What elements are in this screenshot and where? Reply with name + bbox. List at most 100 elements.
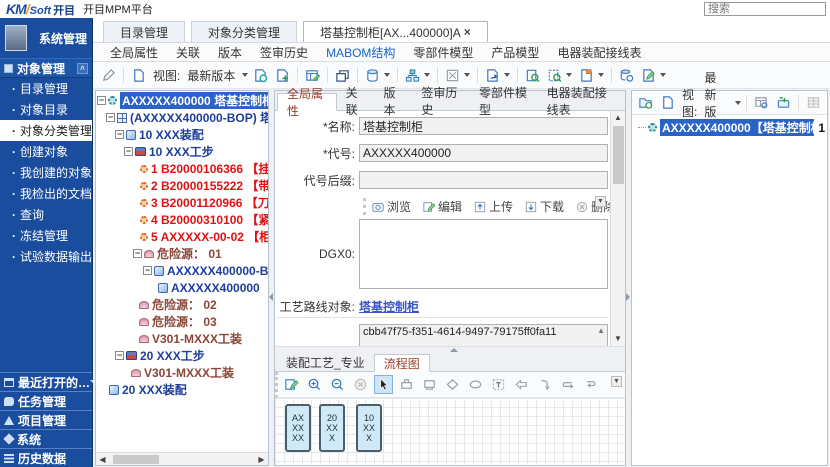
search-template-button[interactable]: [545, 66, 574, 85]
scrollbar-thumb[interactable]: [113, 455, 159, 464]
sidebar-item-query[interactable]: 查询: [0, 204, 92, 225]
collapse-right-icon[interactable]: [626, 293, 630, 301]
view-value[interactable]: 最新版本: [187, 67, 235, 84]
select-cursor-button[interactable]: [374, 375, 393, 394]
upload-button[interactable]: 上传: [474, 198, 513, 215]
refresh-folder-button[interactable]: [636, 93, 655, 112]
view-dropdown-caret[interactable]: [735, 101, 741, 105]
detail-tab-relations[interactable]: 关联: [337, 92, 375, 110]
shape-process-button[interactable]: [397, 375, 416, 394]
table-search-button[interactable]: [752, 93, 771, 112]
zoom-out-button[interactable]: [328, 375, 347, 394]
edit-button[interactable]: 编辑: [423, 198, 462, 215]
tree-node-bop[interactable]: (AXXXXX400000-BOP) 塔基控制柜: [96, 109, 268, 126]
scroll-right-icon[interactable]: ▶: [255, 453, 268, 466]
tree-node-step-10[interactable]: 10 XXX工步: [96, 143, 268, 160]
doc-add-button[interactable]: [273, 66, 292, 85]
process-card-button[interactable]: [303, 66, 322, 85]
shape-arrow-left-button[interactable]: [512, 375, 531, 394]
tree-node-tooling-1[interactable]: V301-MXXX工装: [96, 330, 268, 347]
cascade-windows-button[interactable]: [333, 66, 352, 85]
shape-subprocess-button[interactable]: [420, 375, 439, 394]
splitter-right[interactable]: [626, 89, 631, 467]
sidebar-group-task-management[interactable]: 任务管理: [0, 391, 92, 410]
dgx-textarea[interactable]: [359, 219, 608, 289]
attachment-scroll-button[interactable]: ▼: [595, 196, 606, 207]
flowchart-canvas[interactable]: AXXXXX 20XXX 10XXX: [275, 398, 625, 465]
code-field[interactable]: [359, 144, 608, 162]
tab-assembly-process[interactable]: 装配工艺_专业: [277, 353, 374, 371]
tab-electrical-wiring-table[interactable]: 电器装配接线表: [548, 44, 650, 61]
zoom-in-button[interactable]: [305, 375, 324, 394]
splitter-left[interactable]: [269, 89, 274, 467]
flow-node-20[interactable]: 20XXX: [319, 404, 345, 452]
flow-edit-button[interactable]: [282, 375, 301, 394]
tree-node-part-1[interactable]: 1 B20000106366 【挂: [96, 160, 268, 177]
edit-pencil-button[interactable]: [99, 66, 118, 85]
tab-mabom-structure[interactable]: MABOM结构: [317, 44, 404, 61]
doc-refresh-button[interactable]: [251, 66, 270, 85]
import-button[interactable]: [774, 93, 793, 112]
expander-icon[interactable]: [115, 130, 124, 139]
splitter-horizontal[interactable]: [275, 346, 625, 353]
sidebar-group-project-management[interactable]: 项目管理: [0, 410, 92, 429]
new-document-button[interactable]: [658, 93, 677, 112]
sidebar-item-test-data-output[interactable]: 试验数据输出…: [0, 246, 92, 267]
new-document-button[interactable]: [129, 66, 148, 85]
tree-node-step-20[interactable]: 20 XXX工步: [96, 347, 268, 364]
shape-terminator-button[interactable]: [466, 375, 485, 394]
detail-tab-approval-history[interactable]: 签审历史: [412, 92, 470, 110]
part-instance-box[interactable]: cbb47f75-f351-4614-9497-79175ff0fa11▲: [359, 324, 608, 346]
tab-catalog-management[interactable]: 目录管理: [103, 21, 185, 42]
org-structure-button[interactable]: [403, 66, 432, 85]
sidebar-item-create-object[interactable]: 创建对象: [0, 141, 92, 162]
search-document-button[interactable]: [523, 66, 542, 85]
expander-icon[interactable]: [97, 96, 106, 105]
detail-vertical-scrollbar[interactable]: ▲ ▼: [610, 111, 625, 346]
flow-node-ax[interactable]: AXXXXX: [285, 404, 311, 452]
sidebar-item-my-created-objects[interactable]: 我创建的对象: [0, 162, 92, 183]
detail-tab-global-properties[interactable]: 全局属性: [277, 93, 337, 111]
tree-horizontal-scrollbar[interactable]: ◀ ▶: [96, 452, 268, 465]
detail-tab-part-model[interactable]: 零部件模型: [470, 92, 538, 110]
connector-return-button[interactable]: [558, 375, 577, 394]
name-field[interactable]: [359, 117, 608, 135]
doc-export-button[interactable]: [483, 66, 512, 85]
tab-versions[interactable]: 版本: [209, 44, 251, 61]
browse-button[interactable]: 浏览: [372, 198, 411, 215]
tree-node-part-5[interactable]: 5 AXXXXX-00-02 【柜: [96, 228, 268, 245]
code-suffix-field[interactable]: [359, 171, 608, 189]
scroll-left-icon[interactable]: ◀: [96, 453, 109, 466]
detail-tab-versions[interactable]: 版本: [375, 92, 413, 110]
tree-node-assembly-10[interactable]: 10 XXX装配: [96, 126, 268, 143]
expander-icon[interactable]: [133, 249, 142, 258]
sidebar-group-recently-opened[interactable]: 最近打开的…: [0, 372, 92, 391]
tree-node-assembly-20[interactable]: 20 XXX装配: [96, 381, 268, 398]
scroll-up-icon[interactable]: ▲: [611, 111, 626, 125]
expander-icon[interactable]: [124, 147, 133, 156]
flow-node-10[interactable]: 10XXX: [356, 404, 382, 452]
tree-node-tooling-2[interactable]: V301-MXXX工装: [96, 364, 268, 381]
connector-hook-button[interactable]: [535, 375, 554, 394]
tab-flowchart[interactable]: 流程图: [374, 354, 430, 372]
tab-relations[interactable]: 关联: [167, 44, 209, 61]
sidebar-item-catalog-management[interactable]: 目录管理: [0, 78, 92, 99]
scroll-up-icon[interactable]: ▲: [597, 326, 605, 335]
shape-text-button[interactable]: [489, 375, 508, 394]
sidebar-item-object-catalog[interactable]: 对象目录: [0, 99, 92, 120]
tree-node-hazard-02[interactable]: 危险源： 02: [96, 296, 268, 313]
flow-toolbar-scroll-button[interactable]: ▼: [611, 376, 622, 387]
tab-global-properties[interactable]: 全局属性: [101, 44, 167, 61]
tab-approval-history[interactable]: 签审历史: [251, 44, 317, 61]
expander-icon[interactable]: [115, 351, 124, 360]
tree-node-part-4[interactable]: 4 B20000310100 【紧: [96, 211, 268, 228]
tree-node-hazard-03[interactable]: 危险源： 03: [96, 313, 268, 330]
avatar[interactable]: [5, 25, 27, 51]
database-sync-button[interactable]: [617, 66, 636, 85]
section-collapse-button[interactable]: ˄: [77, 63, 88, 74]
tree-node-root[interactable]: AXXXXX400000 塔基控制柜: [96, 92, 268, 109]
tree-node-hazard-part[interactable]: AXXXXX400000-B: [96, 262, 268, 279]
sidebar-section-object-management[interactable]: 对象管理 ˄: [0, 58, 92, 78]
sidebar-item-my-checked-out-docs[interactable]: 我检出的文档: [0, 183, 92, 204]
detail-tab-electrical-wiring-table[interactable]: 电器装配接线表: [538, 92, 625, 110]
